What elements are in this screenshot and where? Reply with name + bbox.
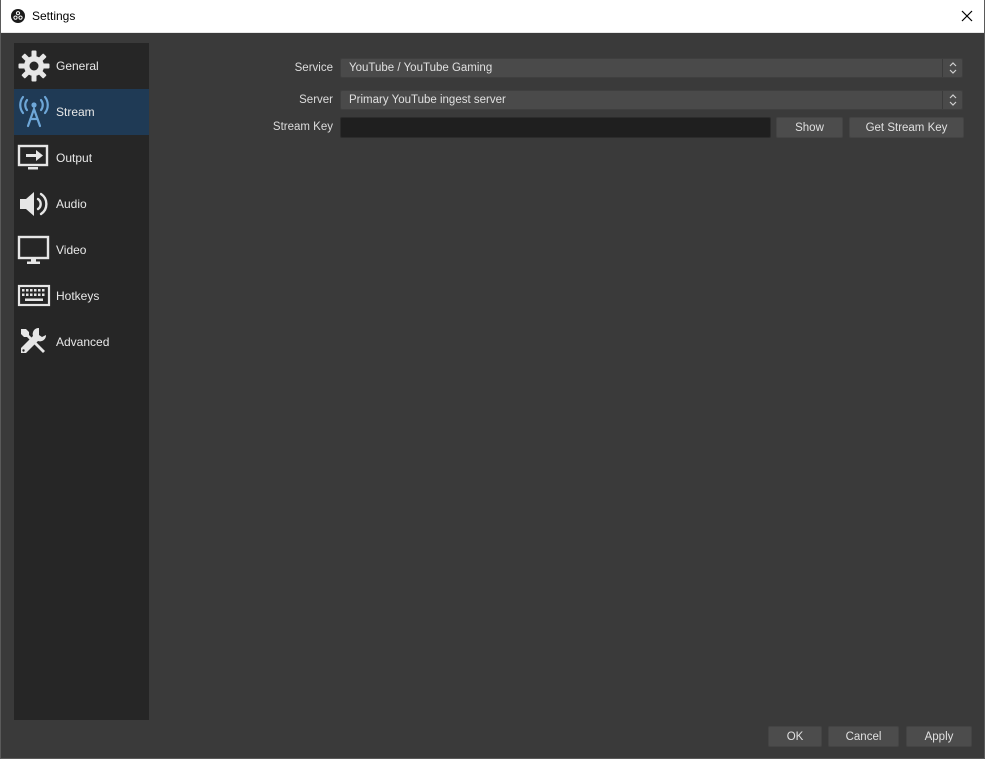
sidebar-item-video[interactable]: Video — [14, 227, 149, 273]
window-title: Settings — [32, 9, 76, 23]
title-bar: Settings — [1, 0, 984, 33]
service-value: YouTube / YouTube Gaming — [349, 62, 493, 74]
show-button[interactable]: Show — [776, 117, 843, 138]
sidebar-item-label: Output — [56, 151, 93, 165]
gear-icon — [18, 50, 50, 82]
settings-sidebar: General Stream Output Audio Video Hotkey… — [14, 43, 149, 720]
sidebar-item-label: General — [56, 59, 99, 73]
sidebar-item-audio[interactable]: Audio — [14, 181, 149, 227]
server-value: Primary YouTube ingest server — [349, 94, 506, 106]
server-select[interactable]: Primary YouTube ingest server — [340, 90, 963, 110]
server-label: Server — [299, 94, 333, 106]
sidebar-item-label: Video — [56, 243, 87, 257]
sidebar-item-label: Audio — [56, 197, 87, 211]
settings-window: Settings General Stream Output Audio Vid… — [0, 0, 985, 759]
server-spinner[interactable] — [942, 91, 962, 109]
apply-button[interactable]: Apply — [906, 726, 972, 747]
sidebar-item-stream[interactable]: Stream — [14, 89, 149, 135]
updown-arrows-icon — [949, 94, 957, 106]
stream-key-label: Stream Key — [272, 121, 333, 133]
antenna-icon — [19, 95, 49, 128]
speaker-icon — [20, 192, 48, 216]
updown-arrows-icon — [949, 62, 957, 74]
sidebar-item-label: Stream — [56, 105, 95, 119]
sidebar-item-output[interactable]: Output — [14, 135, 149, 181]
cancel-button[interactable]: Cancel — [828, 726, 899, 747]
keyboard-icon — [17, 284, 51, 307]
tools-icon — [21, 327, 47, 353]
sidebar-item-label: Advanced — [56, 335, 110, 349]
close-button[interactable] — [950, 0, 984, 32]
sidebar-item-hotkeys[interactable]: Hotkeys — [14, 273, 149, 319]
sidebar-item-label: Hotkeys — [56, 289, 100, 303]
service-select[interactable]: YouTube / YouTube Gaming — [340, 58, 963, 78]
close-icon — [961, 10, 973, 22]
sidebar-item-advanced[interactable]: Advanced — [14, 319, 149, 365]
service-spinner[interactable] — [942, 59, 962, 77]
ok-button[interactable]: OK — [768, 726, 822, 747]
service-label: Service — [294, 62, 333, 74]
get-stream-key-button[interactable]: Get Stream Key — [849, 117, 964, 138]
stream-key-input[interactable] — [340, 117, 771, 138]
obs-logo-icon — [11, 9, 25, 23]
sidebar-item-general[interactable]: General — [14, 43, 149, 89]
output-icon — [17, 144, 49, 170]
monitor-icon — [17, 235, 50, 264]
